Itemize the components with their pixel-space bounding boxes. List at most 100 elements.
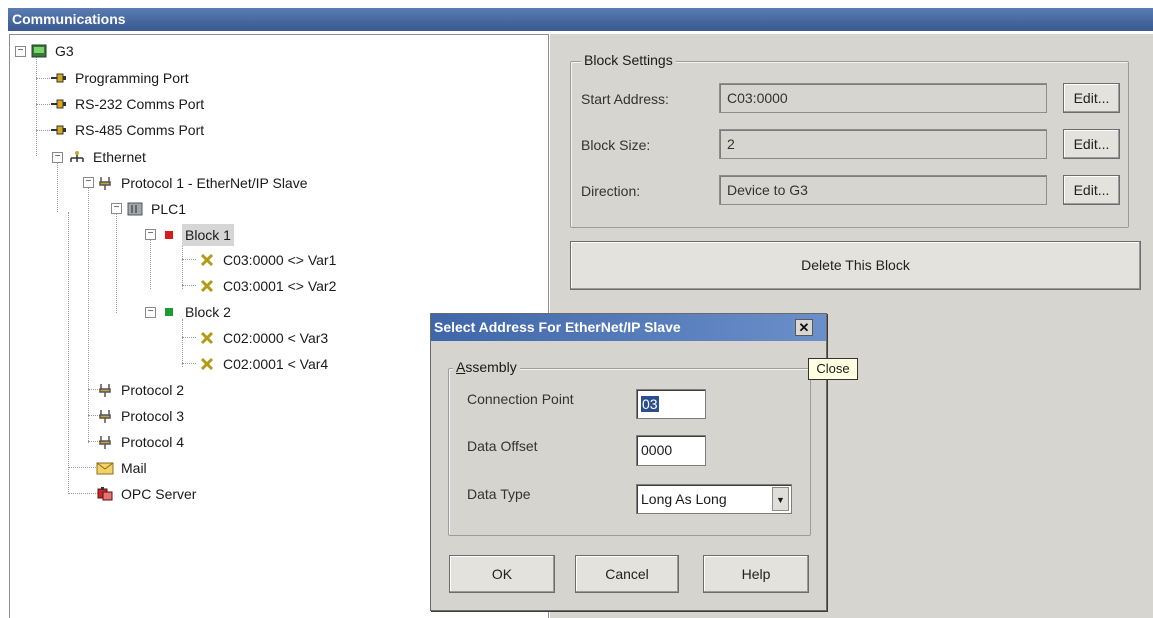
tree-node-label: C03:0001 <> Var2 (223, 278, 337, 294)
red-block-icon (160, 227, 178, 243)
plug-icon (96, 175, 114, 191)
tag-icon (198, 252, 216, 268)
tree-node-label: OPC Server (121, 486, 197, 502)
tree-node-label: C03:0000 <> Var1 (223, 252, 337, 268)
tree-line (182, 259, 196, 260)
data-offset-label: Data Offset (467, 438, 538, 454)
data-type-value: Long As Long (641, 491, 727, 507)
tree-node-block1-item2[interactable]: C03:0001 <> Var2 (198, 275, 339, 297)
tree-node-programming-port[interactable]: Programming Port (50, 67, 192, 89)
tree-node-label: G3 (55, 43, 74, 59)
tree-node-label: C02:0000 < Var3 (223, 330, 329, 346)
dialog-title: Select Address For EtherNet/IP Slave (431, 314, 826, 341)
tree-node-protocol4[interactable]: Protocol 4 (96, 431, 187, 453)
help-button[interactable]: Help (703, 555, 809, 593)
edit-start-address-button[interactable]: Edit... (1063, 83, 1120, 113)
connection-point-value: 03 (641, 396, 659, 412)
tag-icon (198, 278, 216, 294)
collapse-icon[interactable]: − (145, 307, 156, 318)
direction-field: Device to G3 (719, 175, 1047, 205)
connection-point-input[interactable]: 03 (636, 389, 706, 419)
tree-node-label: Block 1 (182, 224, 234, 246)
ok-button[interactable]: OK (449, 555, 555, 593)
edit-direction-button[interactable]: Edit... (1063, 175, 1120, 205)
close-tooltip: Close (808, 358, 858, 380)
collapse-icon[interactable]: − (145, 229, 156, 240)
window-title: Communications (8, 8, 1153, 31)
tree-line (36, 56, 37, 156)
direction-label: Direction: (581, 183, 641, 199)
tree-node-block2-item2[interactable]: C02:0001 < Var4 (198, 353, 331, 375)
tree-node-rs485[interactable]: RS-485 Comms Port (50, 119, 207, 141)
tree-node-label: Programming Port (75, 70, 189, 86)
tree-node-block1[interactable]: Block 1 (160, 224, 234, 246)
tree-line (182, 319, 183, 367)
collapse-icon[interactable]: − (111, 203, 122, 214)
tree-node-plc1[interactable]: PLC1 (126, 198, 189, 220)
delete-block-button[interactable]: Delete This Block (570, 241, 1141, 290)
chevron-down-icon[interactable]: ▼ (772, 487, 789, 511)
plug-icon (96, 408, 114, 424)
assembly-legend-rest: ssembly (465, 359, 517, 375)
close-icon[interactable]: ✕ (795, 319, 813, 336)
collapse-icon[interactable]: − (83, 177, 94, 188)
tree-node-protocol3[interactable]: Protocol 3 (96, 405, 187, 427)
tree-node-protocol2[interactable]: Protocol 2 (96, 379, 187, 401)
tree-line (68, 212, 69, 494)
block-size-label: Block Size: (581, 137, 651, 153)
start-address-label: Start Address: (581, 91, 669, 107)
tag-icon (198, 356, 216, 372)
tree-line (182, 337, 196, 338)
device-icon (126, 201, 144, 217)
monitor-icon (30, 43, 48, 59)
plug-icon (96, 382, 114, 398)
tree-node-block2-item1[interactable]: C02:0000 < Var3 (198, 327, 331, 349)
tree-line (182, 363, 196, 364)
tree-node-label: Mail (121, 460, 147, 476)
port-icon (50, 70, 68, 86)
tree-node-label: PLC1 (151, 201, 187, 217)
tree-line (182, 239, 183, 289)
cancel-button[interactable]: Cancel (575, 555, 679, 593)
tree-line (116, 213, 117, 313)
tree-node-label: C02:0001 < Var4 (223, 356, 329, 372)
tree-node-protocol1[interactable]: Protocol 1 - EtherNet/IP Slave (96, 172, 311, 194)
envelope-icon (96, 460, 114, 476)
tree-node-block2[interactable]: Block 2 (160, 301, 234, 323)
tree-node-label: RS-485 Comms Port (75, 122, 205, 138)
data-type-select[interactable]: Long As Long ▼ (636, 484, 792, 514)
tree-node-label: Protocol 2 (121, 382, 185, 398)
tree-node-label: Protocol 1 - EtherNet/IP Slave (121, 175, 308, 191)
tree-node-block1-item1[interactable]: C03:0000 <> Var1 (198, 249, 339, 271)
tree-node-ethernet[interactable]: Ethernet (68, 146, 149, 168)
collapse-icon[interactable]: − (52, 152, 63, 163)
tree-node-label: Ethernet (93, 149, 146, 165)
tree-node-label: RS-232 Comms Port (75, 96, 205, 112)
select-address-dialog: Select Address For EtherNet/IP Slave ✕ A… (430, 313, 827, 611)
collapse-icon[interactable]: − (15, 46, 26, 57)
tree-line (150, 239, 151, 289)
network-icon (68, 149, 86, 165)
tree-node-mail[interactable]: Mail (96, 457, 150, 479)
block-size-field: 2 (719, 129, 1047, 159)
data-offset-input[interactable]: 0000 (636, 435, 706, 466)
port-icon (50, 122, 68, 138)
tree-node-rs232[interactable]: RS-232 Comms Port (50, 93, 207, 115)
tree-node-label: Protocol 4 (121, 434, 185, 450)
green-block-icon (160, 304, 178, 320)
plug-icon (96, 434, 114, 450)
start-address-field: C03:0000 (719, 83, 1047, 113)
block-settings-legend: Block Settings (581, 52, 676, 68)
tree-line (57, 162, 58, 212)
server-icon (96, 486, 114, 502)
tree-node-label: Protocol 3 (121, 408, 185, 424)
tag-icon (198, 330, 216, 346)
tree-line (182, 285, 196, 286)
tree-node-g3[interactable]: G3 (30, 40, 77, 62)
edit-block-size-button[interactable]: Edit... (1063, 129, 1120, 159)
data-type-label: Data Type (467, 486, 531, 502)
tree-node-opc-server[interactable]: OPC Server (96, 483, 199, 505)
assembly-legend: Assembly (453, 359, 520, 375)
assembly-legend-accesskey: A (456, 359, 466, 375)
tree-node-label: Block 2 (185, 304, 231, 320)
